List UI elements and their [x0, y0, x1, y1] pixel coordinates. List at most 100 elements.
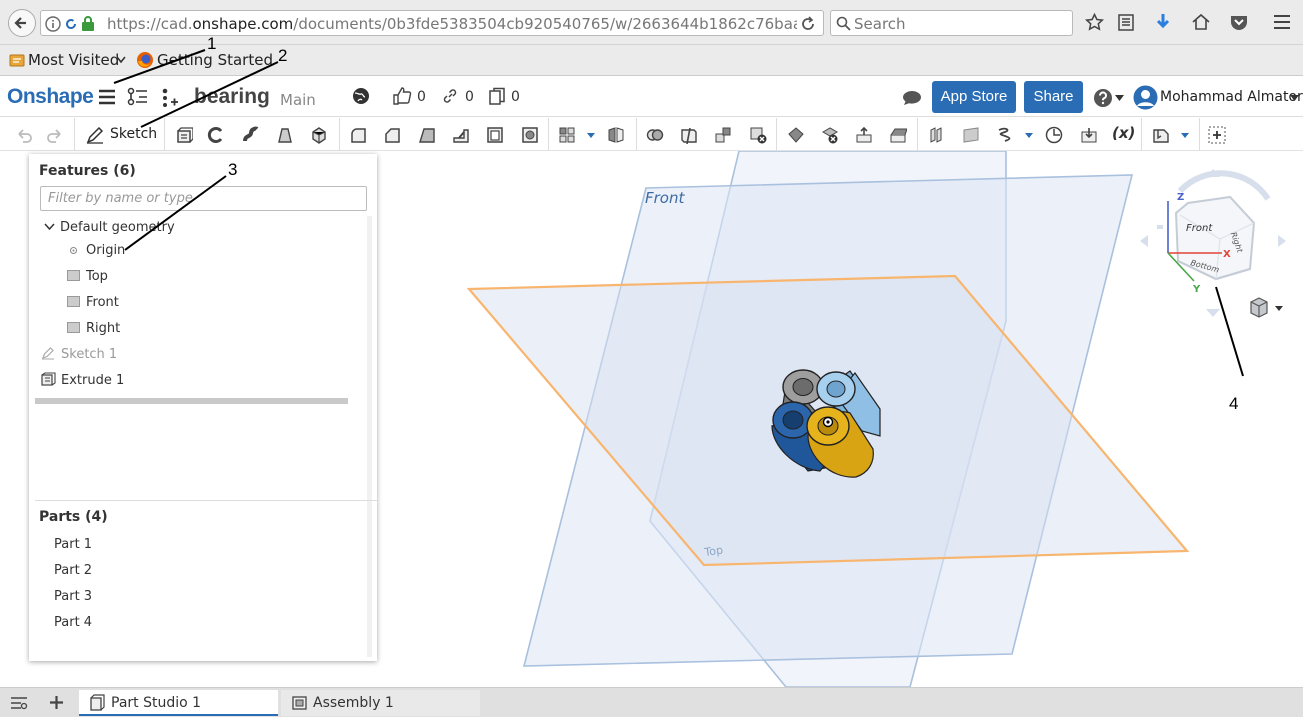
back-button[interactable]: [8, 9, 36, 37]
draft-icon[interactable]: [418, 126, 436, 144]
most-visited-bookmark[interactable]: Most Visited: [28, 51, 119, 69]
import-icon[interactable]: [1080, 126, 1098, 144]
variable-icon[interactable]: (x): [1112, 124, 1135, 142]
pattern-icon[interactable]: [558, 126, 576, 144]
workspace-name[interactable]: Main: [280, 91, 316, 109]
avatar-icon[interactable]: [1133, 85, 1158, 110]
lock-icon: [82, 16, 94, 31]
transform-icon[interactable]: [714, 126, 732, 144]
redo-icon[interactable]: [47, 126, 65, 144]
comments-icon[interactable]: [901, 89, 923, 107]
default-geometry-folder[interactable]: Default geometry: [60, 220, 175, 235]
boolean-icon[interactable]: [646, 126, 664, 144]
pattern-chevron-icon[interactable]: [587, 133, 595, 138]
toolbar-divider: [339, 118, 340, 151]
fillet-icon[interactable]: [349, 126, 367, 144]
search-input[interactable]: Search: [830, 10, 1073, 36]
like-icon[interactable]: [392, 86, 412, 106]
tab-part-studio[interactable]: Part Studio 1: [79, 690, 278, 716]
plane-icon[interactable]: [962, 126, 980, 144]
rib-icon[interactable]: [452, 126, 470, 144]
hole-icon[interactable]: [521, 126, 539, 144]
tab-manager-icon[interactable]: [10, 696, 28, 710]
view-cube[interactable]: Front Right Bottom Z X Y: [1140, 169, 1286, 317]
undo-icon[interactable]: [14, 126, 32, 144]
extrude-icon[interactable]: [175, 126, 193, 144]
sketch-button[interactable]: Sketch: [84, 124, 160, 146]
split-icon[interactable]: [680, 126, 698, 144]
measure-icon[interactable]: [1045, 126, 1063, 144]
link-icon[interactable]: [442, 88, 458, 104]
delete-part-icon[interactable]: [749, 126, 767, 144]
rollback-bar[interactable]: [35, 398, 348, 404]
add-custom-tool-icon[interactable]: [1208, 126, 1226, 144]
part-item-3[interactable]: Part 3: [54, 589, 92, 604]
part-item-4[interactable]: Part 4: [54, 615, 92, 630]
browser-menu-icon[interactable]: [1272, 13, 1292, 31]
feature-right-plane[interactable]: Right: [86, 321, 120, 336]
sketch-label: Sketch: [110, 126, 158, 142]
tab-assembly[interactable]: Assembly 1: [281, 690, 480, 716]
feature-extrude-1[interactable]: Extrude 1: [61, 373, 124, 388]
chevron-down-icon: [116, 56, 126, 64]
bookmarks-bar: Most Visited Getting Started: [0, 45, 1303, 76]
custom-feature-chevron-icon[interactable]: [1181, 133, 1189, 138]
app-store-button[interactable]: App Store: [932, 81, 1016, 113]
thicken-icon[interactable]: [310, 126, 328, 144]
helix-icon[interactable]: [996, 126, 1014, 144]
globe-icon[interactable]: [352, 87, 370, 105]
sweep-icon[interactable]: [242, 126, 260, 144]
hamburger-menu-icon[interactable]: [98, 89, 116, 105]
offset-surface-icon[interactable]: [928, 126, 946, 144]
front-plane-label: Front: [645, 189, 685, 207]
share-button[interactable]: Share: [1024, 81, 1083, 113]
collapse-chevron-icon[interactable]: [44, 223, 55, 231]
rotate-left-arrow[interactable]: [1140, 235, 1148, 247]
feature-sketch-1[interactable]: Sketch 1: [61, 347, 117, 362]
pocket-icon[interactable]: [1229, 12, 1249, 32]
move-face-icon[interactable]: [855, 126, 873, 144]
part-item-1[interactable]: Part 1: [54, 537, 92, 552]
view-cube-front[interactable]: Front: [1186, 223, 1213, 234]
document-name[interactable]: bearing: [194, 85, 270, 109]
feature-origin[interactable]: Origin: [86, 243, 125, 258]
revolve-icon[interactable]: [207, 126, 225, 144]
help-icon[interactable]: [1093, 88, 1113, 108]
part-item-2[interactable]: Part 2: [54, 563, 92, 578]
bookmark-star-icon[interactable]: [1085, 13, 1104, 32]
download-icon[interactable]: [1154, 12, 1172, 32]
loft-icon[interactable]: [276, 126, 294, 144]
shell-icon[interactable]: [486, 126, 504, 144]
plane-icon: [67, 296, 80, 307]
feature-list-icon[interactable]: [127, 87, 149, 107]
view-options-icon[interactable]: [1250, 297, 1283, 318]
rotate-down-arrow[interactable]: [1206, 309, 1220, 317]
rotate-right-arrow[interactable]: [1278, 235, 1286, 247]
annotation-label-1: 1: [207, 34, 217, 53]
url-bar[interactable]: https://cad.onshape.com/documents/0b3fde…: [40, 10, 824, 36]
panel-divider[interactable]: [35, 500, 377, 501]
helix-chevron-icon[interactable]: [1025, 133, 1033, 138]
rotate-arc[interactable]: [1177, 170, 1271, 201]
assembly-icon: [292, 696, 307, 710]
mirror-icon[interactable]: [607, 126, 625, 144]
parts-scrollbar[interactable]: [367, 532, 372, 657]
top-plane-label: Top: [703, 544, 724, 560]
custom-feature-icon[interactable]: [1152, 126, 1170, 144]
insert-feature-icon[interactable]: [159, 87, 179, 109]
modify-fillet-icon[interactable]: [787, 126, 805, 144]
onshape-logo[interactable]: Onshape: [7, 85, 94, 109]
reload-icon[interactable]: [799, 15, 817, 33]
reader-view-icon[interactable]: [1117, 13, 1135, 32]
feature-front-plane[interactable]: Front: [86, 295, 119, 310]
replace-face-icon[interactable]: [889, 126, 907, 144]
feature-top-plane[interactable]: Top: [86, 269, 108, 284]
copy-icon[interactable]: [488, 87, 506, 106]
home-icon[interactable]: [1191, 12, 1211, 32]
delete-face-icon[interactable]: [821, 126, 839, 144]
user-name[interactable]: Mohammad Almatori: [1160, 89, 1303, 105]
chamfer-icon[interactable]: [383, 126, 401, 144]
feature-filter-input[interactable]: Filter by name or type: [40, 186, 367, 211]
add-tab-icon[interactable]: [49, 695, 64, 710]
feature-scrollbar[interactable]: [367, 216, 372, 554]
